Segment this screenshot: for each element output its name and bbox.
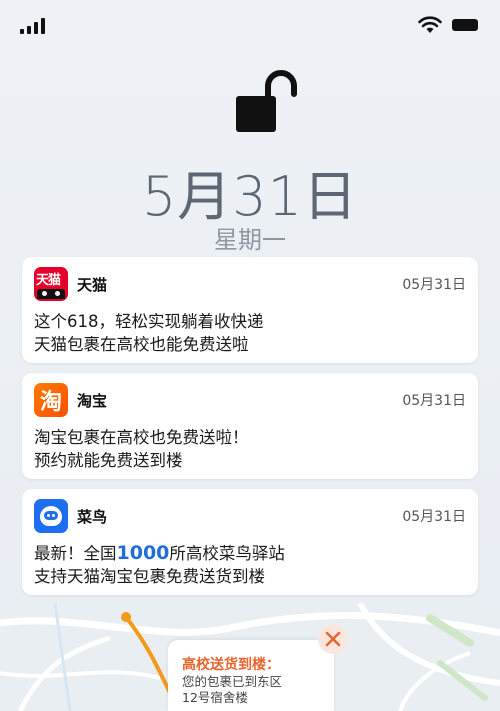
notification-body: 最新！全国1000所高校菜鸟驿站 支持天猫淘宝包裹免费送货到楼 [34,542,466,588]
notification-line: 这个618，轻松实现躺着收快递 [34,312,264,331]
notification-line: 最新！全国1000所高校菜鸟驿站 [34,542,285,564]
notification-line: 淘宝包裹在高校也免费送啦！ [34,428,249,447]
notification-line: 预约就能免费送到楼 [34,451,183,470]
popup-title: 高校送货到楼： [182,657,280,673]
notification-body: 淘宝包裹在高校也免费送啦！ 预约就能免费送到楼 [34,426,466,472]
wifi-icon [418,16,442,33]
notification-taobao[interactable]: 淘 淘宝 05月31日 淘宝包裹在高校也免费送啦！ 预约就能免费送到楼 [22,373,478,479]
notification-tmall[interactable]: 天猫 天猫 05月31日 这个618，轻松实现躺着收快递 天猫包裹在高校也能免费… [22,257,478,363]
notification-app-name: 淘宝 [77,391,108,410]
tmall-app-icon: 天猫 [34,267,68,301]
close-icon [325,631,341,647]
taobao-app-icon: 淘 [34,383,68,417]
notification-line: 天猫包裹在高校也能免费送啦 [34,335,249,354]
route-start-marker [121,612,131,622]
notification-time: 05月31日 [402,393,466,409]
notification-app-name: 菜鸟 [77,507,108,526]
notification-time: 05月31日 [402,277,466,293]
notification-time: 05月31日 [402,509,466,525]
popup-text: 您的包裹已到东区 12号宿舍楼 [182,674,283,705]
highlight-number: 1000 [116,542,170,564]
map-delivery-popup[interactable]: 高校送货到楼： 您的包裹已到东区 12号宿舍楼 [168,640,334,711]
lockscreen-weekday: 星期一 [214,226,286,254]
battery-icon [452,19,478,31]
cellular-signal-icon [20,18,45,34]
cainiao-app-icon [34,499,68,533]
status-bar [0,0,500,50]
unlocked-padlock-icon[interactable] [234,66,298,134]
notification-app-name: 天猫 [77,275,108,294]
notification-cainiao[interactable]: 菜鸟 05月31日 最新！全国1000所高校菜鸟驿站 支持天猫淘宝包裹免费送货到… [22,489,478,595]
notification-body: 这个618，轻松实现躺着收快递 天猫包裹在高校也能免费送啦 [34,310,466,356]
close-button[interactable] [318,624,348,654]
notification-line: 支持天猫淘宝包裹免费送货到楼 [34,567,265,586]
